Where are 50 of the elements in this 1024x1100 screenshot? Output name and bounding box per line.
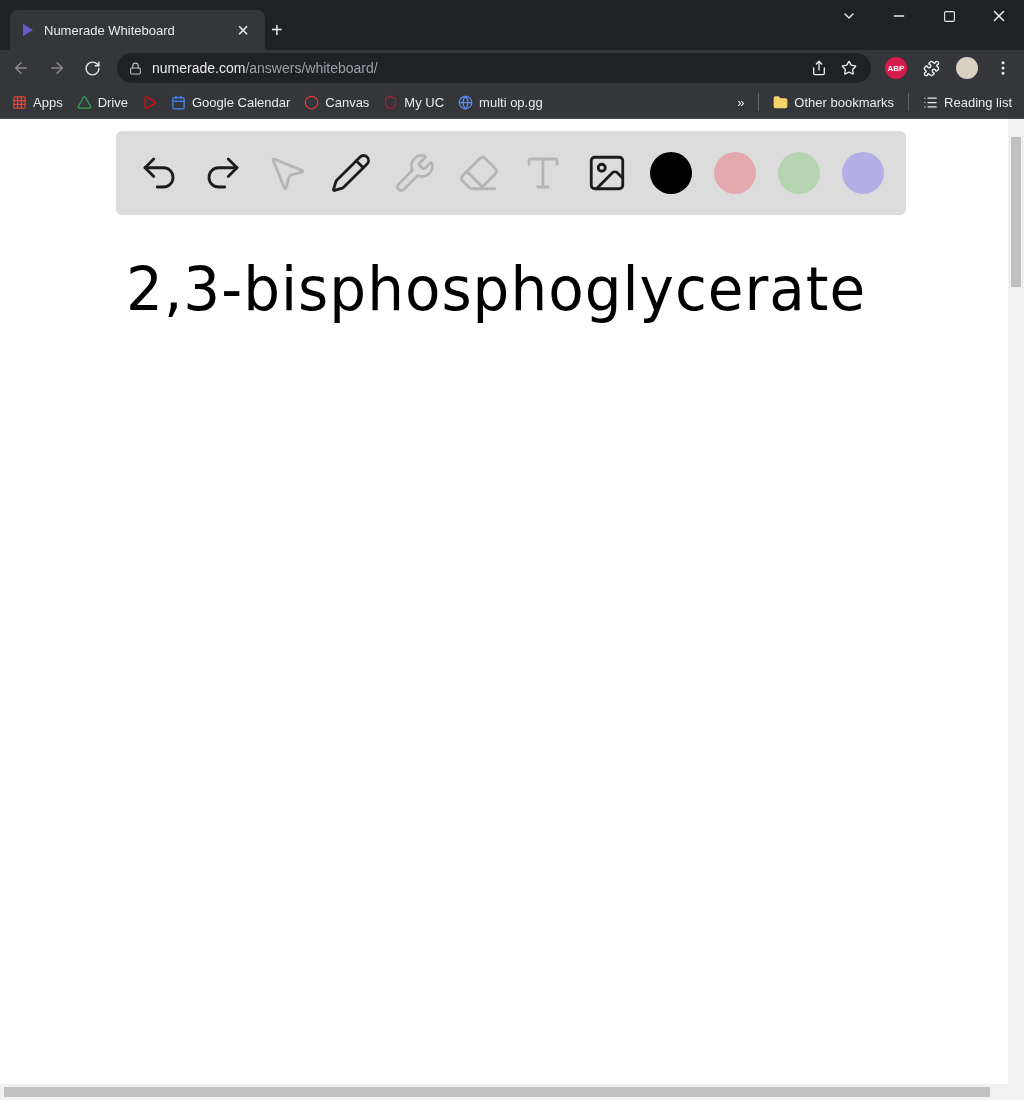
shield-icon xyxy=(383,94,399,110)
bookmark-link[interactable]: My UC xyxy=(383,94,445,110)
extension-button[interactable]: ABP xyxy=(885,57,907,79)
bookmark-label: Drive xyxy=(97,94,128,110)
address-bar[interactable]: numerade.com/answers/whiteboard/ xyxy=(117,53,871,83)
close-tab-button[interactable]: × xyxy=(231,18,255,42)
bookmark-link[interactable]: Google Calendar xyxy=(171,94,291,110)
bookmark-link[interactable]: Canvas xyxy=(304,94,370,110)
list-icon xyxy=(923,94,939,110)
bookmark-folder[interactable]: Other bookmarks xyxy=(773,94,895,110)
pen-icon[interactable] xyxy=(330,152,372,194)
handwritten-text: 2,3-bisphosphoglycerate xyxy=(126,253,867,325)
bookmark-label: multi op.gg xyxy=(479,94,543,110)
calendar-icon xyxy=(171,94,186,110)
more-bookmarks-button[interactable]: » xyxy=(737,94,745,110)
bookmark-link[interactable]: multi op.gg xyxy=(458,94,543,110)
back-icon[interactable] xyxy=(12,59,30,77)
bookmark-label: Apps xyxy=(33,94,63,110)
vertical-scrollbar[interactable] xyxy=(1008,119,1024,1084)
bookmark-label: My UC xyxy=(404,94,445,110)
browser-tab[interactable]: Numerade Whiteboard × xyxy=(10,10,265,50)
profile-avatar[interactable] xyxy=(956,57,978,79)
color-swatch[interactable] xyxy=(714,152,756,194)
ring-icon xyxy=(304,94,320,110)
horizontal-scrollbar[interactable] xyxy=(0,1084,1024,1100)
maximize-icon[interactable] xyxy=(942,9,956,23)
new-tab-button[interactable]: + xyxy=(265,19,289,42)
bookmark-label: Google Calendar xyxy=(192,94,291,110)
star-icon[interactable] xyxy=(841,60,857,76)
bookmark-label: Canvas xyxy=(325,94,370,110)
bookmark-link[interactable]: Drive xyxy=(76,94,128,110)
color-swatch[interactable] xyxy=(842,152,884,194)
color-swatch[interactable] xyxy=(650,152,692,194)
bookmark-label: Other bookmarks xyxy=(794,94,895,110)
reload-icon[interactable] xyxy=(84,59,101,77)
reading-list-label: Reading list xyxy=(944,94,1012,110)
color-swatch[interactable] xyxy=(778,152,820,194)
tab-title: Numerade Whiteboard xyxy=(44,22,176,38)
reading-list-button[interactable]: Reading list xyxy=(923,94,1012,110)
puzzle-icon[interactable] xyxy=(923,59,940,77)
video-icon xyxy=(142,94,157,110)
folder-icon xyxy=(773,94,789,110)
url-text: numerade.com/answers/whiteboard/ xyxy=(152,60,379,76)
share-icon[interactable] xyxy=(811,60,827,76)
apps-icon xyxy=(12,94,27,110)
bookmark-link[interactable] xyxy=(142,94,157,110)
forward-icon[interactable] xyxy=(48,59,66,77)
lock-icon xyxy=(129,61,142,75)
bookmark-link[interactable]: Apps xyxy=(12,94,63,110)
drive-icon xyxy=(76,94,92,110)
